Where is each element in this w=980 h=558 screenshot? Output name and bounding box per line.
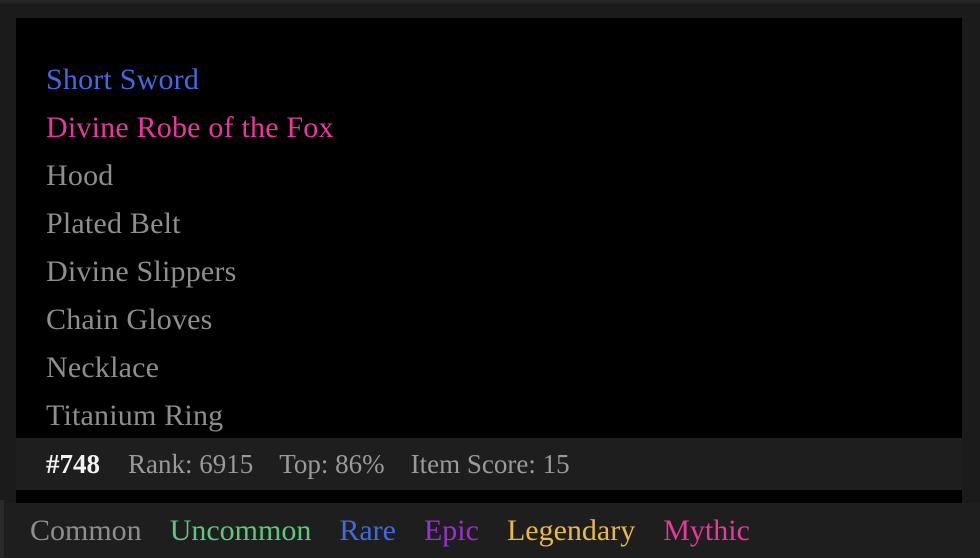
- legend-item-legendary[interactable]: Legendary: [507, 514, 635, 548]
- top-percent-label: Top: 86%: [279, 448, 385, 479]
- bag-id-label: #748: [46, 448, 100, 479]
- item-list-panel: Short Sword Divine Robe of the Fox Hood …: [16, 18, 962, 438]
- list-item[interactable]: Hood: [46, 152, 962, 200]
- legend-item-uncommon[interactable]: Uncommon: [170, 514, 312, 548]
- list-item[interactable]: Necklace: [46, 344, 962, 392]
- loot-bag-card: Short Sword Divine Robe of the Fox Hood …: [0, 0, 980, 558]
- top-edge-divider: [0, 0, 980, 3]
- rank-label: Rank: 6915: [128, 448, 254, 479]
- item-score-label: Item Score: 15: [410, 448, 570, 479]
- legend-item-common[interactable]: Common: [30, 514, 142, 548]
- legend-item-epic[interactable]: Epic: [424, 514, 479, 548]
- list-item[interactable]: Chain Gloves: [46, 296, 962, 344]
- rarity-legend-bar: Common Uncommon Rare Epic Legendary Myth…: [4, 503, 980, 558]
- bag-status-bar: #748 Rank: 6915 Top: 86% Item Score: 15: [16, 438, 962, 490]
- list-item[interactable]: Titanium Ring: [46, 392, 962, 440]
- list-item[interactable]: Plated Belt: [46, 200, 962, 248]
- legend-item-rare[interactable]: Rare: [339, 514, 396, 548]
- list-item[interactable]: Short Sword: [46, 56, 962, 104]
- list-item[interactable]: Divine Robe of the Fox: [46, 104, 962, 152]
- legend-item-mythic[interactable]: Mythic: [663, 514, 750, 548]
- status-legend-divider: [16, 490, 962, 503]
- list-item[interactable]: Divine Slippers: [46, 248, 962, 296]
